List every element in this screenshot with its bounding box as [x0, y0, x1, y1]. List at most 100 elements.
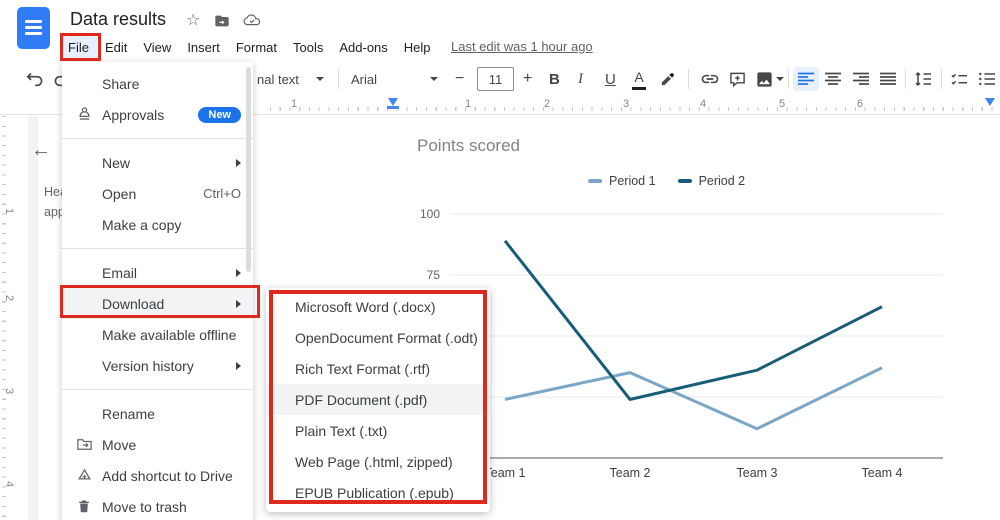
right-indent-marker[interactable]: [985, 98, 995, 106]
file-menu-item-make-available-offline[interactable]: Make available offline: [62, 319, 253, 350]
ruler-number: 4: [3, 481, 15, 493]
file-menu-item-new[interactable]: New: [62, 147, 253, 178]
menu-item-label: New: [102, 155, 228, 171]
menu-edit[interactable]: Edit: [97, 36, 135, 59]
legend-entry-period-1: Period 1: [588, 174, 656, 188]
chart-plot[interactable]: 255075100Team 1Team 2Team 3Team 4: [410, 200, 970, 490]
italic-button[interactable]: I: [578, 67, 583, 91]
menu-item-label: Email: [102, 265, 228, 281]
page-margin-strip: [28, 116, 38, 520]
menu-tools[interactable]: Tools: [285, 36, 331, 59]
align-justify-button[interactable]: [879, 67, 897, 91]
file-menu-item-open[interactable]: OpenCtrl+O: [62, 178, 253, 209]
file-menu-item-download[interactable]: Download: [62, 288, 253, 319]
file-menu-item-move-to-trash[interactable]: Move to trash: [62, 491, 253, 520]
last-edit-link[interactable]: Last edit was 1 hour ago: [451, 39, 593, 54]
ruler-ticks: [2, 116, 6, 520]
file-menu: ShareApprovalsNewNewOpenCtrl+OMake a cop…: [62, 62, 253, 520]
logo-line: [25, 32, 42, 35]
ruler-number: 6: [857, 98, 863, 110]
chevron-down-icon[interactable]: [316, 67, 324, 91]
document-title[interactable]: Data results: [70, 9, 166, 30]
increase-font-size-button[interactable]: +: [523, 67, 532, 91]
highlight-color-icon[interactable]: [659, 67, 676, 91]
chart-title: Points scored: [417, 136, 520, 156]
toolbar-divider: [688, 69, 689, 89]
shortcut-label: Ctrl+O: [203, 186, 241, 201]
menu-divider: [62, 389, 253, 390]
new-badge: New: [198, 107, 241, 123]
vertical-ruler[interactable]: 1234: [0, 116, 28, 520]
add-comment-icon[interactable]: [729, 67, 746, 91]
left-indent-bar[interactable]: [387, 106, 399, 109]
line-spacing-icon[interactable]: [914, 67, 932, 91]
menu-item-label: Make a copy: [102, 217, 241, 233]
undo-icon[interactable]: [26, 67, 45, 91]
file-menu-item-rename[interactable]: Rename: [62, 398, 253, 429]
font-family-select[interactable]: Arial: [351, 67, 377, 91]
bulleted-list-icon[interactable]: [978, 67, 996, 91]
file-menu-item-version-history[interactable]: Version history: [62, 350, 253, 381]
checklist-icon[interactable]: [950, 67, 968, 91]
menu-file[interactable]: File: [60, 36, 97, 59]
chevron-down-icon[interactable]: [430, 67, 438, 91]
folder-move-icon: [76, 436, 102, 453]
trash-icon: [76, 498, 102, 515]
chevron-down-icon[interactable]: [776, 67, 784, 91]
xtick-label-1: Team 1: [485, 466, 526, 480]
left-indent-marker[interactable]: [388, 98, 398, 106]
align-left-button[interactable]: [793, 67, 819, 91]
decrease-font-size-button[interactable]: −: [455, 67, 464, 91]
insert-image-icon[interactable]: [755, 67, 774, 91]
star-icon[interactable]: ☆: [186, 13, 200, 29]
submenu-arrow-icon: [236, 159, 241, 167]
paragraph-style-select[interactable]: nal text: [257, 67, 299, 91]
cloud-saved-icon[interactable]: [243, 14, 261, 31]
file-menu-item-share[interactable]: Share: [62, 68, 253, 99]
submenu-item-epub-publication-epub-[interactable]: EPUB Publication (.epub): [266, 477, 490, 508]
ruler-ticks: [270, 107, 996, 111]
font-size-input[interactable]: 11: [477, 67, 514, 91]
submenu-item-plain-text-txt-[interactable]: Plain Text (.txt): [266, 415, 490, 446]
xtick-label-4: Team 4: [862, 466, 903, 480]
text-color-letter: A: [634, 69, 643, 85]
menu-insert[interactable]: Insert: [179, 36, 228, 59]
submenu-item-rich-text-format-rtf-[interactable]: Rich Text Format (.rtf): [266, 353, 490, 384]
google-docs-logo[interactable]: [17, 7, 50, 49]
legend-entry-period-2: Period 2: [678, 174, 746, 188]
close-outline-arrow-icon[interactable]: ←: [31, 139, 51, 162]
align-center-button[interactable]: [824, 67, 842, 91]
legend-swatch: [588, 179, 602, 183]
insert-link-icon[interactable]: [700, 67, 720, 91]
file-menu-item-add-shortcut-to-drive[interactable]: Add shortcut to Drive: [62, 460, 253, 491]
file-menu-item-approvals[interactable]: ApprovalsNew: [62, 99, 253, 130]
move-folder-icon[interactable]: [214, 14, 230, 32]
underline-button[interactable]: U: [605, 67, 616, 91]
submenu-arrow-icon: [236, 269, 241, 277]
xtick-label-3: Team 3: [737, 466, 778, 480]
file-menu-item-make-a-copy[interactable]: Make a copy: [62, 209, 253, 240]
file-menu-item-email[interactable]: Email: [62, 257, 253, 288]
menu-help[interactable]: Help: [396, 36, 439, 59]
xtick-label-2: Team 2: [610, 466, 651, 480]
submenu-item-web-page-html-zipped-[interactable]: Web Page (.html, zipped): [266, 446, 490, 477]
menu-item-label: Rename: [102, 406, 241, 422]
ruler-number: 3: [3, 388, 15, 400]
ruler-number: 2: [544, 98, 550, 110]
ruler-number: 1: [465, 98, 471, 110]
align-right-button[interactable]: [852, 67, 870, 91]
submenu-item-opendocument-format-odt-[interactable]: OpenDocument Format (.odt): [266, 322, 490, 353]
menu-item-label: Move to trash: [102, 499, 241, 515]
submenu-arrow-icon: [236, 300, 241, 308]
submenu-item-pdf-document-pdf-[interactable]: PDF Document (.pdf): [266, 384, 490, 415]
bold-button[interactable]: B: [549, 67, 560, 91]
ruler-number: 3: [623, 98, 629, 110]
menu-add-ons[interactable]: Add-ons: [331, 36, 395, 59]
submenu-item-microsoft-word-docx-[interactable]: Microsoft Word (.docx): [266, 291, 490, 322]
file-menu-item-move[interactable]: Move: [62, 429, 253, 460]
menu-format[interactable]: Format: [228, 36, 285, 59]
legend-swatch: [678, 179, 692, 183]
text-color-button[interactable]: A: [632, 67, 646, 91]
menu-view[interactable]: View: [135, 36, 179, 59]
toolbar-divider: [941, 69, 942, 89]
